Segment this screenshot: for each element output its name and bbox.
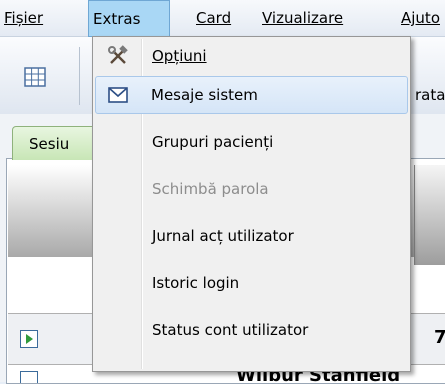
menu-ajutor[interactable]: Ajuto xyxy=(401,0,440,36)
menu-card-label: Card xyxy=(196,9,232,27)
menu-item-jurnal-act-utilizator[interactable]: Jurnal acț utilizator xyxy=(95,217,408,255)
grid-view-button[interactable] xyxy=(6,51,68,103)
menu-extras[interactable]: Extras xyxy=(88,0,170,37)
menu-item-optiuni[interactable]: Opțiuni xyxy=(95,37,408,75)
menu-item-label: Opțiuni xyxy=(152,47,207,65)
toolbar-partial-label: rata xyxy=(415,86,445,104)
menu-fisier[interactable]: Fișier xyxy=(4,0,43,36)
menu-item-istoric-login[interactable]: Istoric login xyxy=(95,264,408,302)
menu-item-label: Jurnal acț utilizator xyxy=(152,227,294,245)
menu-item-label: Status cont utilizator xyxy=(152,321,309,339)
row-indicator[interactable] xyxy=(20,371,38,383)
menu-bar: Fișier Extras Card Vizualizare Ajuto xyxy=(0,0,445,37)
menu-item-mesaje-sistem[interactable]: Mesaje sistem xyxy=(95,76,408,114)
row-cell-text: 7( xyxy=(434,327,445,348)
menu-vizualizare-label: Vizualizare xyxy=(262,9,344,27)
menu-extras-label: Extras xyxy=(93,10,141,28)
menu-ajutor-label: Ajuto xyxy=(401,9,440,27)
play-arrow-icon xyxy=(26,334,33,344)
menu-item-status-cont-utilizator[interactable]: Status cont utilizator xyxy=(95,311,408,349)
envelope-icon xyxy=(108,87,128,103)
grid-column-header[interactable] xyxy=(414,165,445,265)
menu-vizualizare[interactable]: Vizualizare xyxy=(262,0,343,36)
row-indicator[interactable] xyxy=(20,330,38,348)
tab-sesiuni-label: Sesiu xyxy=(29,135,70,153)
menu-item-label: Grupuri pacienți xyxy=(152,133,274,151)
extras-dropdown-menu: Opțiuni Mesaje sistem Grupuri pacienți S… xyxy=(92,36,411,372)
tools-icon xyxy=(108,45,128,64)
menu-item-schimba-parola: Schimbă parola xyxy=(95,170,408,208)
menu-card[interactable]: Card xyxy=(196,0,231,36)
grid-icon xyxy=(24,67,46,87)
menu-item-label: Mesaje sistem xyxy=(151,86,258,104)
tab-sesiuni[interactable]: Sesiu xyxy=(12,126,102,160)
toolbar-separator xyxy=(79,47,80,105)
menu-item-label: Istoric login xyxy=(152,274,240,292)
menu-item-label: Schimbă parola xyxy=(152,180,269,198)
menu-fisier-label: Fișier xyxy=(4,9,44,27)
menu-item-grupuri-pacienti[interactable]: Grupuri pacienți xyxy=(95,123,408,161)
